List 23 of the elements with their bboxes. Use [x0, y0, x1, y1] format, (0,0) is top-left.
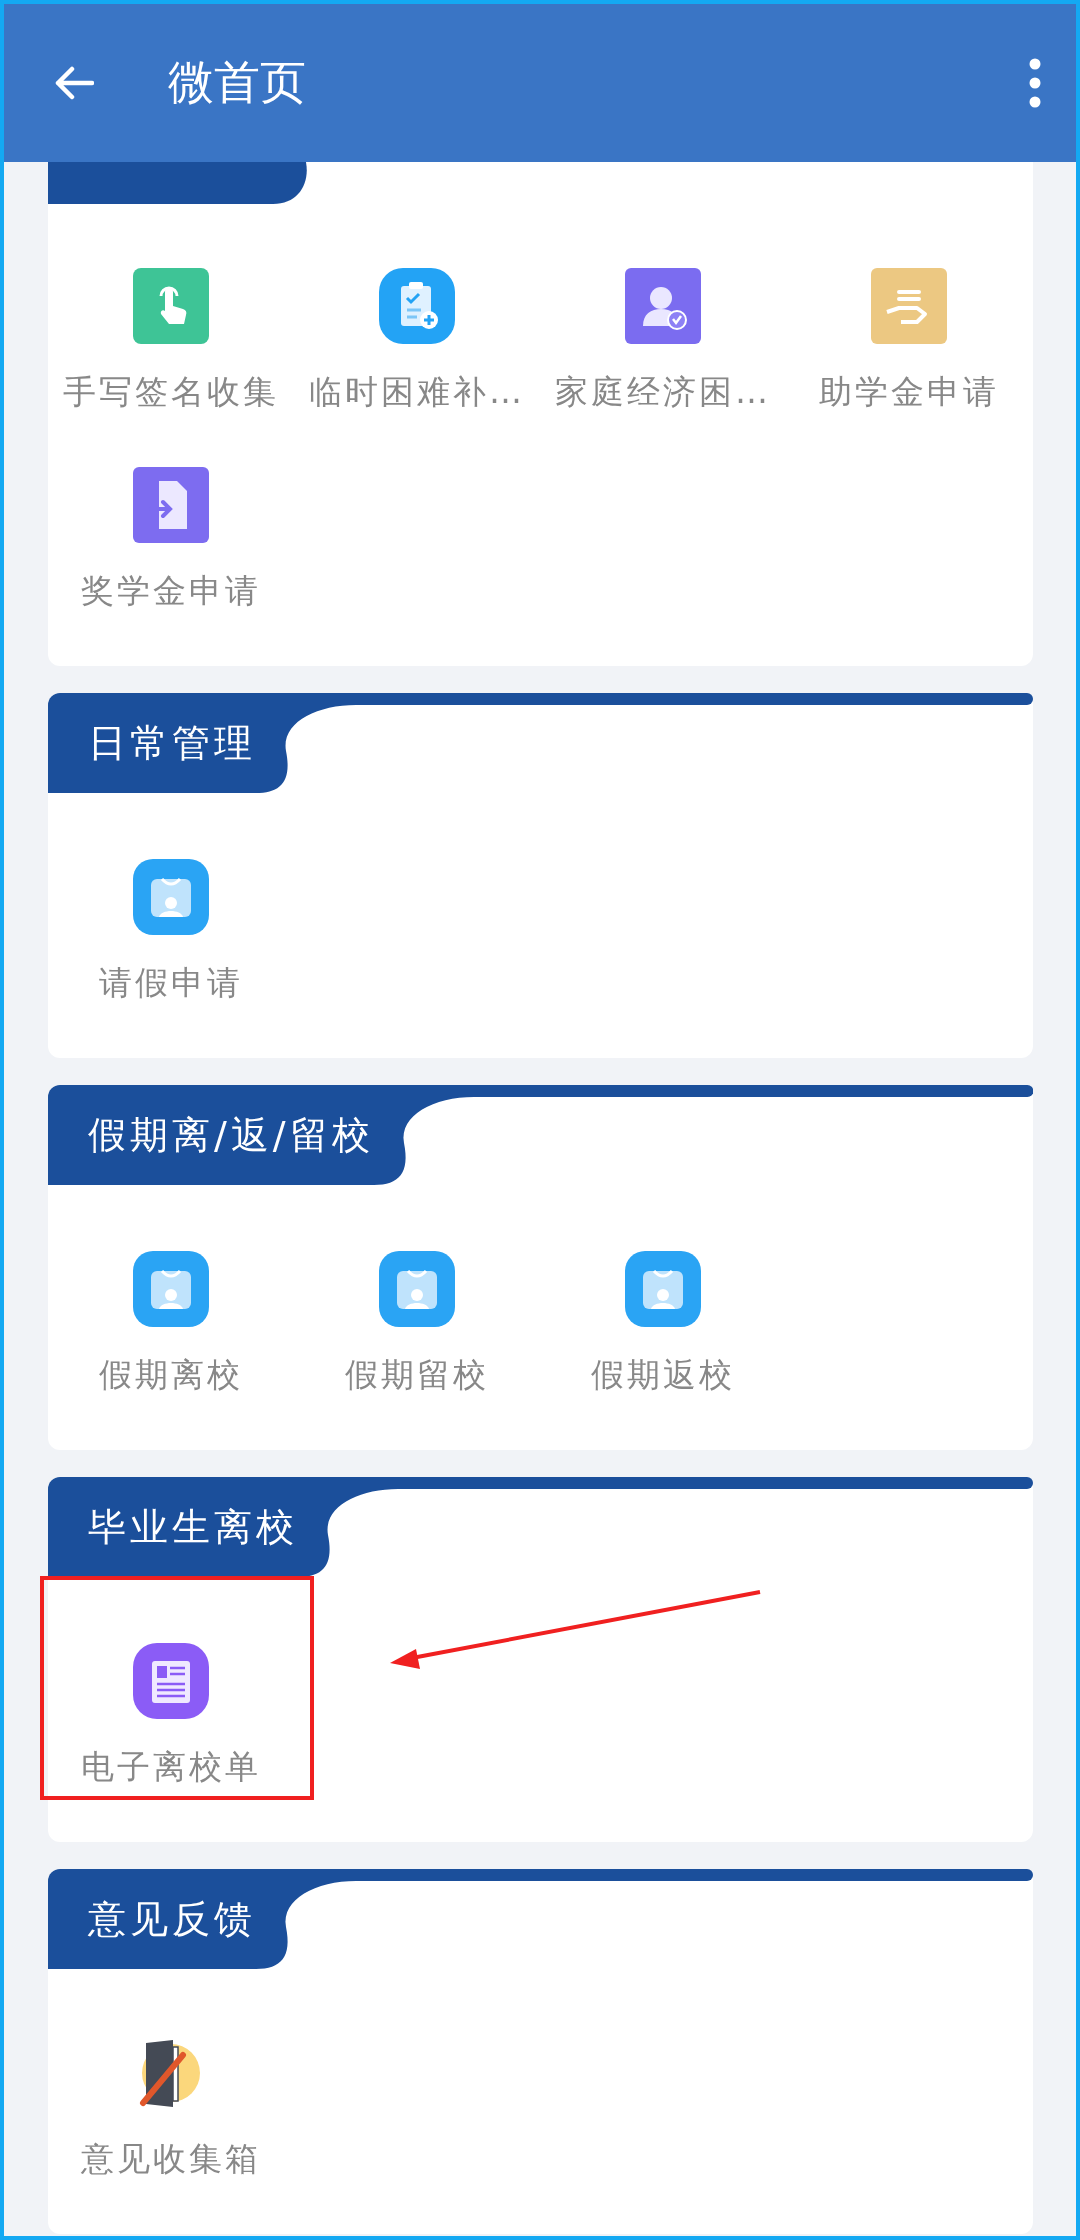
document-icon	[133, 1643, 209, 1719]
hand-coins-icon	[871, 268, 947, 344]
bag-icon	[133, 1251, 209, 1327]
app-tile[interactable]: 手写签名收集	[48, 268, 294, 415]
page-title: 微首页	[168, 54, 307, 111]
bag-icon	[133, 859, 209, 935]
app-tile[interactable]: 意见收集箱	[48, 2035, 294, 2182]
app-tile[interactable]: 临时困难补…	[294, 268, 540, 415]
back-arrow-icon	[54, 66, 94, 100]
more-icon	[1028, 58, 1042, 108]
clipboard-icon	[379, 268, 455, 344]
app-tile[interactable]: 奖学金申请	[48, 467, 294, 614]
app-tile[interactable]: 假期离校	[48, 1251, 294, 1398]
app-tile[interactable]: 请假申请	[48, 859, 294, 1006]
app-tile[interactable]: 假期返校	[540, 1251, 786, 1398]
bag-icon	[379, 1251, 455, 1327]
app-tile[interactable]: 家庭经济困…	[540, 268, 786, 415]
app-tile[interactable]: 假期留校	[294, 1251, 540, 1398]
app-tile[interactable]: 电子离校单	[48, 1643, 294, 1790]
bag-icon	[625, 1251, 701, 1327]
tap-hand-icon	[133, 268, 209, 344]
user-check-icon	[625, 268, 701, 344]
app-tile[interactable]: 助学金申请	[786, 268, 1032, 415]
